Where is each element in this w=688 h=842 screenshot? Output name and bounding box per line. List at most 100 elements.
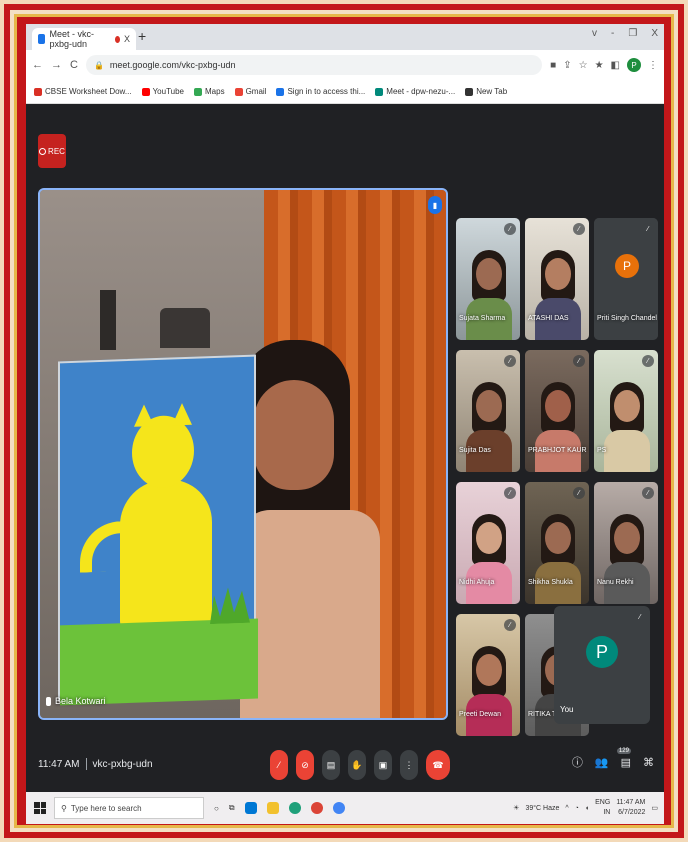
youtube-icon — [141, 87, 150, 96]
extension-icon[interactable]: ★ — [595, 60, 604, 71]
participant-name: Sujata Sharma — [459, 315, 506, 322]
new-tab-button[interactable]: + — [138, 28, 146, 44]
file-explorer-icon[interactable] — [266, 802, 279, 814]
captions-button[interactable]: ▤ — [322, 750, 340, 780]
meeting-time: 11:47 AM — [38, 758, 80, 770]
store-icon[interactable] — [244, 802, 257, 814]
meet-icon — [375, 87, 384, 96]
bookmark-new-tab[interactable]: New Tab — [465, 87, 507, 96]
participant-name: PRABHJOT KAUR — [528, 447, 587, 454]
self-view-tile[interactable]: ⁄ P You — [554, 606, 650, 724]
info-icon[interactable]: ⓘ — [572, 754, 583, 770]
tab-meet[interactable]: Meet - vkc-pxbg-udn X — [32, 28, 136, 50]
lock-icon: 🔒 — [93, 60, 104, 70]
menu-kebab-icon[interactable]: ⋮ — [648, 60, 658, 71]
share-icon[interactable]: ⇪ — [563, 60, 571, 71]
search-icon: ⚲ — [61, 803, 67, 813]
participant-tile[interactable]: ⁄ ATASHI DAS — [525, 218, 589, 340]
participant-count-badge: 129 — [616, 747, 631, 754]
recording-indicator[interactable]: REC — [38, 134, 66, 168]
windows-start-icon[interactable] — [34, 802, 46, 814]
browser-tabstrip: Meet - vkc-pxbg-udn X + v - ❐ X — [26, 24, 664, 50]
gmail-icon — [234, 87, 243, 96]
leave-call-button[interactable]: ☎ — [426, 750, 450, 780]
tab-search-icon[interactable]: v — [592, 28, 597, 39]
presenter-figure — [240, 340, 380, 718]
maximize-button[interactable]: ❐ — [628, 28, 637, 39]
chat-icon[interactable]: ▤ — [621, 756, 631, 769]
volume-icon[interactable]: ◖ — [585, 805, 589, 812]
taskbar-search-input[interactable]: ⚲ Type here to search — [54, 797, 204, 819]
task-view-icon[interactable]: ⧉ — [229, 803, 235, 813]
minimize-button[interactable]: - — [611, 28, 614, 39]
chrome-icon[interactable] — [310, 802, 323, 814]
forward-button[interactable]: → — [51, 59, 62, 71]
wifi-icon[interactable]: ◔ — [575, 805, 579, 812]
grass — [60, 618, 258, 706]
sidepanel-icon[interactable]: ◧ — [611, 60, 620, 71]
participant-tile[interactable]: ⁄ Sujita Das — [456, 350, 520, 472]
mic-off-icon: ⁄ — [642, 223, 654, 235]
bookmark-maps[interactable]: Maps — [194, 87, 225, 96]
bookmarks-bar: CBSE Worksheet Dow... YouTube Maps Gmail… — [26, 80, 664, 104]
mic-off-icon: ⁄ — [642, 355, 654, 367]
mic-toggle-button[interactable]: ⁄ — [270, 750, 288, 780]
url-text: meet.google.com/vkc-pxbg-udn — [109, 60, 236, 70]
mic-off-icon: ⁄ — [573, 223, 585, 235]
mic-off-icon: ⁄ — [504, 355, 516, 367]
meet-side-controls: ⓘ 👥 129 ▤ ⌘ — [572, 747, 654, 770]
screenshot-screen: Meet - vkc-pxbg-udn X + v - ❐ X ← → C 🔒 … — [26, 24, 664, 824]
raise-hand-button[interactable]: ✋ — [348, 750, 366, 780]
tab-title: Meet - vkc-pxbg-udn — [49, 29, 94, 49]
participant-tile[interactable]: ⁄ Preeti Dewan — [456, 614, 520, 736]
weather-text[interactable]: 39°C Haze — [525, 805, 559, 812]
participant-tile[interactable]: ⁄ PRABHJOT KAUR — [525, 350, 589, 472]
more-options-button[interactable]: ⋮ — [400, 750, 418, 780]
participant-name: Nanu Rekhi — [597, 579, 634, 586]
cortana-icon[interactable]: ○ — [214, 804, 219, 813]
record-icon — [39, 147, 47, 155]
reload-button[interactable]: C — [70, 59, 78, 71]
meet-control-bar: 11:47 AM vkc-pxbg-udn ⁄ ⊘ ▤ ✋ ▣ ⋮ ☎ ⓘ 👥 1… — [26, 740, 664, 792]
mic-off-icon: ⁄ — [573, 487, 585, 499]
bookmark-cbse[interactable]: CBSE Worksheet Dow... — [34, 87, 132, 96]
people-button[interactable]: 👥 129 — [595, 747, 631, 769]
participant-tile[interactable]: ⁄ Nidhi Ahuja — [456, 482, 520, 604]
participant-tile[interactable]: P ⁄ Priti Singh Chandel — [594, 218, 658, 340]
participant-tile[interactable]: ⁄ PS — [594, 350, 658, 472]
cbse-icon — [34, 87, 42, 96]
participant-tile[interactable]: ⁄ Nanu Rekhi — [594, 482, 658, 604]
camera-icon[interactable]: ■ — [550, 60, 556, 71]
chrome-active-icon[interactable] — [332, 802, 345, 814]
back-button[interactable]: ← — [32, 59, 43, 71]
notifications-icon[interactable]: ▭ — [651, 804, 658, 812]
participant-tile[interactable]: ⁄ Sujata Sharma — [456, 218, 520, 340]
participant-tile[interactable]: ⁄ Shikha Shukla — [525, 482, 589, 604]
pin-icon — [46, 696, 51, 706]
presenter-video[interactable]: ▮ Bela Kotwari — [38, 188, 448, 720]
participant-name: Nidhi Ahuja — [459, 579, 495, 586]
participant-name: PS — [597, 447, 607, 454]
bookmark-star-icon[interactable]: ☆ — [579, 60, 588, 71]
language-indicator[interactable]: ENG IN — [595, 798, 610, 818]
activities-icon[interactable]: ⌘ — [643, 756, 654, 769]
tab-close-icon[interactable]: X — [124, 34, 130, 44]
bookmark-youtube[interactable]: YouTube — [141, 87, 184, 96]
meet-favicon-icon — [38, 34, 46, 44]
bookmark-meet[interactable]: Meet - dpw-nezu-... — [375, 87, 455, 96]
profile-avatar[interactable]: P — [627, 58, 641, 72]
globe-icon — [465, 87, 474, 96]
tray-chevron-icon[interactable]: ^ — [565, 805, 568, 812]
taskbar-clock[interactable]: 11:47 AM 6/7/2022 — [616, 798, 645, 818]
camera-toggle-button[interactable]: ⊘ — [296, 750, 314, 780]
close-window-button[interactable]: X — [651, 28, 658, 39]
participant-name: Sujita Das — [459, 447, 491, 454]
bookmark-gmail[interactable]: Gmail — [234, 87, 266, 96]
present-button[interactable]: ▣ — [374, 750, 392, 780]
url-input[interactable]: 🔒 meet.google.com/vkc-pxbg-udn — [85, 55, 543, 75]
self-avatar: P — [586, 636, 618, 668]
meet-stage: REC ▮ Bela Kotwari ⁄ Sujata Sharma ⁄ ATA… — [26, 104, 664, 792]
bookmark-sign-in[interactable]: Sign in to access thi... — [276, 87, 365, 96]
edge-icon[interactable] — [288, 802, 301, 814]
participant-name: Priti Singh Chandel — [597, 315, 657, 322]
